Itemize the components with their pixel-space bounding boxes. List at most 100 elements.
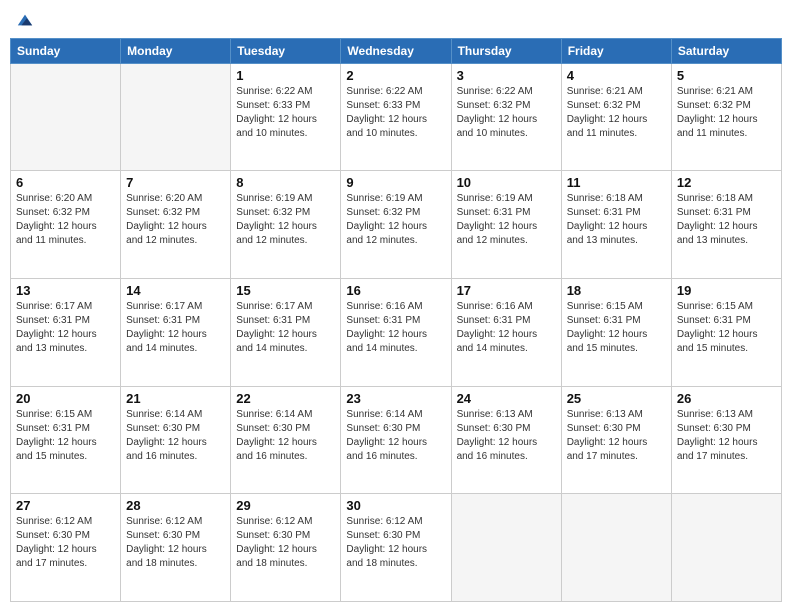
calendar-cell <box>671 494 781 602</box>
day-number: 5 <box>677 68 776 83</box>
day-header-tuesday: Tuesday <box>231 38 341 63</box>
day-header-sunday: Sunday <box>11 38 121 63</box>
calendar-cell: 9 Sunrise: 6:19 AMSunset: 6:32 PMDaylight… <box>341 171 451 279</box>
day-header-monday: Monday <box>121 38 231 63</box>
calendar-week-5: 27 Sunrise: 6:12 AMSunset: 6:30 PMDayligh… <box>11 494 782 602</box>
day-info: Sunrise: 6:16 AMSunset: 6:31 PMDaylight:… <box>346 300 445 356</box>
day-number: 12 <box>677 175 776 190</box>
calendar-cell: 19 Sunrise: 6:15 AMSunset: 6:31 PMDayligh… <box>671 279 781 387</box>
calendar-cell <box>561 494 671 602</box>
day-info: Sunrise: 6:12 AMSunset: 6:30 PMDaylight:… <box>126 515 225 571</box>
day-header-thursday: Thursday <box>451 38 561 63</box>
calendar-cell: 15Sunrise: 6:17 AMSunset: 6:31 PMDayligh… <box>231 279 341 387</box>
calendar-cell: 4 Sunrise: 6:21 AMSunset: 6:32 PMDaylight… <box>561 63 671 171</box>
day-number: 26 <box>677 391 776 406</box>
day-number: 4 <box>567 68 666 83</box>
day-number: 16 <box>346 283 445 298</box>
day-number: 17 <box>457 283 556 298</box>
day-number: 10 <box>457 175 556 190</box>
day-info: Sunrise: 6:15 AMSunset: 6:31 PMDaylight:… <box>567 300 666 356</box>
calendar-cell: 12 Sunrise: 6:18 AMSunset: 6:31 PMDayligh… <box>671 171 781 279</box>
page: SundayMondayTuesdayWednesdayThursdayFrid… <box>0 0 792 612</box>
day-info: Sunrise: 6:12 AMSunset: 6:30 PMDaylight:… <box>236 515 335 571</box>
day-number: 9 <box>346 175 445 190</box>
day-info: Sunrise: 6:12 AMSunset: 6:30 PMDaylight:… <box>346 515 445 571</box>
calendar-cell: 18Sunrise: 6:15 AMSunset: 6:31 PMDayligh… <box>561 279 671 387</box>
calendar-cell: 3 Sunrise: 6:22 AMSunset: 6:32 PMDaylight… <box>451 63 561 171</box>
day-info: Sunrise: 6:18 AMSunset: 6:31 PMDaylight:… <box>567 192 666 248</box>
day-number: 20 <box>16 391 115 406</box>
day-info: Sunrise: 6:14 AMSunset: 6:30 PMDaylight:… <box>236 408 335 464</box>
day-number: 1 <box>236 68 335 83</box>
day-number: 23 <box>346 391 445 406</box>
day-info: Sunrise: 6:12 AMSunset: 6:30 PMDaylight:… <box>16 515 115 571</box>
calendar-cell: 24 Sunrise: 6:13 AMSunset: 6:30 PMDayligh… <box>451 386 561 494</box>
day-number: 13 <box>16 283 115 298</box>
day-info: Sunrise: 6:19 AMSunset: 6:32 PMDaylight:… <box>236 192 335 248</box>
calendar-cell: 1Sunrise: 6:22 AMSunset: 6:33 PMDaylight… <box>231 63 341 171</box>
calendar-cell: 26 Sunrise: 6:13 AMSunset: 6:30 PMDayligh… <box>671 386 781 494</box>
day-info: Sunrise: 6:18 AMSunset: 6:31 PMDaylight:… <box>677 192 776 248</box>
logo-icon <box>16 11 34 29</box>
calendar-week-1: 1 Sunrise: 6:22 AMSunset: 6:33 PMDaylight… <box>11 63 782 171</box>
calendar-cell <box>11 63 121 171</box>
calendar-cell: 20 Sunrise: 6:15 AMSunset: 6:31 PMDayligh… <box>11 386 121 494</box>
calendar-header-row: SundayMondayTuesdayWednesdayThursdayFrid… <box>11 38 782 63</box>
day-info: Sunrise: 6:17 AMSunset: 6:31 PMDaylight:… <box>16 300 115 356</box>
day-number: 6 <box>16 175 115 190</box>
day-info: Sunrise: 6:13 AMSunset: 6:30 PMDaylight:… <box>457 408 556 464</box>
day-info: Sunrise: 6:13 AMSunset: 6:30 PMDaylight:… <box>677 408 776 464</box>
day-info: Sunrise: 6:13 AMSunset: 6:30 PMDaylight:… <box>567 408 666 464</box>
day-info: Sunrise: 6:20 AMSunset: 6:32 PMDaylight:… <box>16 192 115 248</box>
calendar-cell: 11Sunrise: 6:18 AMSunset: 6:31 PMDayligh… <box>561 171 671 279</box>
day-info: Sunrise: 6:21 AMSunset: 6:32 PMDaylight:… <box>567 85 666 141</box>
day-info: Sunrise: 6:22 AMSunset: 6:32 PMDaylight:… <box>457 85 556 141</box>
day-number: 29 <box>236 498 335 513</box>
day-info: Sunrise: 6:15 AMSunset: 6:31 PMDaylight:… <box>16 408 115 464</box>
calendar-cell: 29 Sunrise: 6:12 AMSunset: 6:30 PMDayligh… <box>231 494 341 602</box>
day-number: 19 <box>677 283 776 298</box>
day-number: 30 <box>346 498 445 513</box>
day-number: 14 <box>126 283 225 298</box>
calendar-cell: 16 Sunrise: 6:16 AMSunset: 6:31 PMDayligh… <box>341 279 451 387</box>
day-number: 25 <box>567 391 666 406</box>
calendar-cell: 17Sunrise: 6:16 AMSunset: 6:31 PMDayligh… <box>451 279 561 387</box>
calendar-cell: 22 Sunrise: 6:14 AMSunset: 6:30 PMDayligh… <box>231 386 341 494</box>
calendar-cell: 7Sunrise: 6:20 AMSunset: 6:32 PMDaylight… <box>121 171 231 279</box>
calendar-cell: 10 Sunrise: 6:19 AMSunset: 6:31 PMDayligh… <box>451 171 561 279</box>
day-header-friday: Friday <box>561 38 671 63</box>
day-info: Sunrise: 6:19 AMSunset: 6:31 PMDaylight:… <box>457 192 556 248</box>
day-number: 15 <box>236 283 335 298</box>
day-info: Sunrise: 6:21 AMSunset: 6:32 PMDaylight:… <box>677 85 776 141</box>
header <box>10 10 782 30</box>
calendar-cell: 5 Sunrise: 6:21 AMSunset: 6:32 PMDaylight… <box>671 63 781 171</box>
day-info: Sunrise: 6:20 AMSunset: 6:32 PMDaylight:… <box>126 192 225 248</box>
calendar-week-4: 20 Sunrise: 6:15 AMSunset: 6:31 PMDayligh… <box>11 386 782 494</box>
day-info: Sunrise: 6:22 AMSunset: 6:33 PMDaylight:… <box>346 85 445 141</box>
day-header-saturday: Saturday <box>671 38 781 63</box>
calendar-cell: 30 Sunrise: 6:12 AMSunset: 6:30 PMDayligh… <box>341 494 451 602</box>
calendar-week-2: 6 Sunrise: 6:20 AMSunset: 6:32 PMDaylight… <box>11 171 782 279</box>
calendar-week-3: 13 Sunrise: 6:17 AMSunset: 6:31 PMDayligh… <box>11 279 782 387</box>
calendar-table: SundayMondayTuesdayWednesdayThursdayFrid… <box>10 38 782 602</box>
calendar-cell: 23Sunrise: 6:14 AMSunset: 6:30 PMDayligh… <box>341 386 451 494</box>
day-info: Sunrise: 6:19 AMSunset: 6:32 PMDaylight:… <box>346 192 445 248</box>
calendar-cell: 14 Sunrise: 6:17 AMSunset: 6:31 PMDayligh… <box>121 279 231 387</box>
logo <box>14 10 34 30</box>
day-number: 28 <box>126 498 225 513</box>
day-number: 24 <box>457 391 556 406</box>
day-number: 22 <box>236 391 335 406</box>
day-info: Sunrise: 6:17 AMSunset: 6:31 PMDaylight:… <box>126 300 225 356</box>
calendar-cell: 28 Sunrise: 6:12 AMSunset: 6:30 PMDayligh… <box>121 494 231 602</box>
calendar-cell: 6 Sunrise: 6:20 AMSunset: 6:32 PMDaylight… <box>11 171 121 279</box>
day-number: 3 <box>457 68 556 83</box>
calendar-cell: 25 Sunrise: 6:13 AMSunset: 6:30 PMDayligh… <box>561 386 671 494</box>
day-info: Sunrise: 6:15 AMSunset: 6:31 PMDaylight:… <box>677 300 776 356</box>
day-info: Sunrise: 6:14 AMSunset: 6:30 PMDaylight:… <box>126 408 225 464</box>
day-number: 8 <box>236 175 335 190</box>
calendar-cell <box>451 494 561 602</box>
day-number: 2 <box>346 68 445 83</box>
day-number: 21 <box>126 391 225 406</box>
day-number: 27 <box>16 498 115 513</box>
calendar-cell: 8 Sunrise: 6:19 AMSunset: 6:32 PMDaylight… <box>231 171 341 279</box>
